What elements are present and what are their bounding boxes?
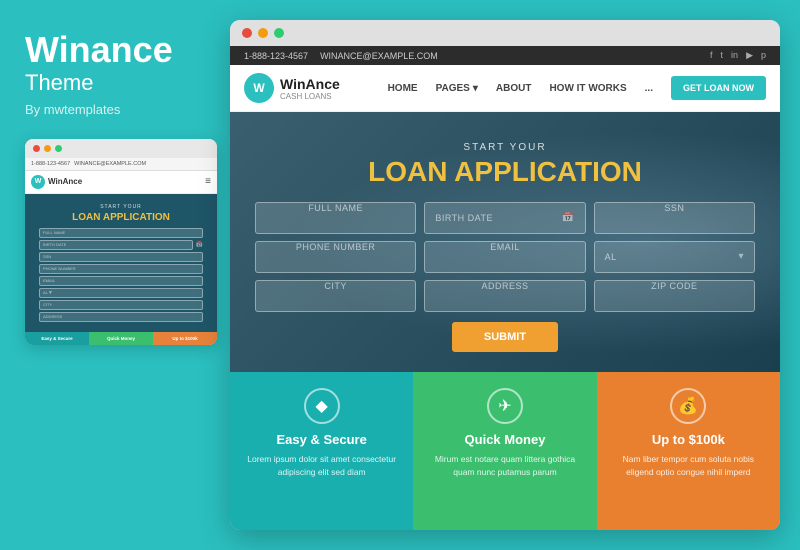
form-row-1: FULL NAME BIRTH DATE 📅 SSN <box>255 202 755 234</box>
mini-logo-text: WinAnce <box>48 177 82 186</box>
main-topbar: 1-888-123-4567 WINANCE@EXAMPLE.COM f t i… <box>230 46 780 65</box>
main-browser: 1-888-123-4567 WINANCE@EXAMPLE.COM f t i… <box>230 20 780 530</box>
input-full-name[interactable]: FULL NAME <box>255 202 416 234</box>
nav-pages[interactable]: PAGES ▾ <box>436 83 478 94</box>
hero-title: LOAN APPLICATION <box>250 157 760 188</box>
main-logo: W WinAnce CASH LOANS <box>244 73 340 103</box>
mini-input-address[interactable]: ADDRESS <box>39 312 203 322</box>
brand-by: By mwtemplates <box>25 102 205 117</box>
easy-secure-title: Easy & Secure <box>244 432 399 447</box>
pinterest-icon[interactable]: p <box>761 50 766 61</box>
mini-logo-icon: W <box>31 175 45 189</box>
twitter-icon[interactable]: t <box>721 50 724 61</box>
main-features: ◆ Easy & Secure Lorem ipsum dolor sit am… <box>230 372 780 530</box>
main-topbar-social: f t in ▶ p <box>710 50 766 61</box>
mini-input-ssn[interactable]: SSN <box>39 252 203 262</box>
mini-input-fullname[interactable]: FULL NAME <box>39 228 203 238</box>
get-loan-now-button[interactable]: GET LOAN NOW <box>671 76 766 100</box>
mini-feat-quick: Quick Money <box>89 332 153 345</box>
easy-secure-icon: ◆ <box>304 388 340 424</box>
feature-quick-money: ✈ Quick Money Mirum est notare quam litt… <box>413 372 596 530</box>
100k-icon: 💰 <box>670 388 706 424</box>
hero-sub: START YOUR <box>250 142 760 153</box>
brand-theme: Theme <box>25 70 205 96</box>
easy-secure-text: Lorem ipsum dolor sit amet consectetur a… <box>244 453 399 479</box>
nav-about[interactable]: ABOUT <box>496 83 532 94</box>
mini-input-phone[interactable]: PHONE NUMBER <box>39 264 203 274</box>
feature-100k: 💰 Up to $100k Nam liber tempor cum solut… <box>597 372 780 530</box>
form-row-3: CITY ADDRESS ZIP CODE <box>255 280 755 312</box>
input-address[interactable]: ADDRESS <box>424 280 585 312</box>
mini-input-city[interactable]: CITY <box>39 300 203 310</box>
mini-feat-easy: Easy & Secure <box>25 332 89 345</box>
input-state[interactable]: AL ▾ <box>594 241 755 273</box>
nav-more[interactable]: ... <box>645 83 653 94</box>
mini-input-birthdate[interactable]: BIRTH DATE <box>39 240 193 250</box>
main-nav-links: HOME PAGES ▾ ABOUT HOW IT WORKS ... GET … <box>388 76 766 100</box>
input-zip[interactable]: ZIP CODE <box>594 280 755 312</box>
facebook-icon[interactable]: f <box>710 50 713 61</box>
mini-browser: 1-888-123-4567 WINANCE@EXAMPLE.COM W Win… <box>25 139 217 345</box>
submit-button[interactable]: SUBMIT <box>452 322 558 352</box>
mini-logo: W WinAnce <box>31 175 82 189</box>
main-dot-red <box>242 28 252 38</box>
input-ssn[interactable]: SSN <box>594 202 755 234</box>
main-topbar-email: WINANCE@EXAMPLE.COM <box>320 51 438 61</box>
main-dot-green <box>274 28 284 38</box>
chevron-down-icon: ▾ <box>473 83 478 94</box>
main-nav: W WinAnce CASH LOANS HOME PAGES ▾ ABOUT … <box>230 65 780 112</box>
input-phone[interactable]: PHONE NUMBER <box>255 241 416 273</box>
main-browser-bar <box>230 20 780 46</box>
mini-features: Easy & Secure Quick Money Up to $100k <box>25 332 217 345</box>
input-birth-date[interactable]: BIRTH DATE 📅 <box>424 202 585 234</box>
mini-input-state[interactable]: AL▼ <box>39 288 203 298</box>
calendar-icon: 📅 <box>562 212 575 223</box>
loan-application-form: FULL NAME BIRTH DATE 📅 SSN PHONE NUMBER <box>255 202 755 352</box>
brand-name: Winance <box>25 30 205 70</box>
form-row-2: PHONE NUMBER EMAIL AL ▾ <box>255 241 755 273</box>
mini-nav: W WinAnce ≡ <box>25 171 217 194</box>
quick-money-text: Mirum est notare quam littera gothica qu… <box>427 453 582 479</box>
mini-hero-title: LOAN APPLICATION <box>33 212 209 224</box>
main-logo-icon: W <box>244 73 274 103</box>
mini-dot-green <box>55 145 62 152</box>
linkedin-icon[interactable]: in <box>731 50 738 61</box>
form-submit-row: SUBMIT <box>255 322 755 352</box>
main-logo-text: WinAnce <box>280 76 340 92</box>
main-topbar-phone: 1-888-123-4567 <box>244 51 308 61</box>
mini-hamburger-icon[interactable]: ≡ <box>205 176 211 187</box>
main-logo-sub: CASH LOANS <box>280 92 340 101</box>
hero-content: START YOUR LOAN APPLICATION FULL NAME BI… <box>250 142 760 352</box>
mini-browser-bar <box>25 139 217 158</box>
mini-phone: 1-888-123-4567 <box>31 161 70 167</box>
mini-dot-red <box>33 145 40 152</box>
input-city[interactable]: CITY <box>255 280 416 312</box>
dropdown-icon: ▾ <box>738 251 744 262</box>
main-dot-yellow <box>258 28 268 38</box>
100k-text: Nam liber tempor cum soluta nobis eligen… <box>611 453 766 479</box>
mini-input-email[interactable]: EMAIL <box>39 276 203 286</box>
input-email[interactable]: EMAIL <box>424 241 585 273</box>
quick-money-icon: ✈ <box>487 388 523 424</box>
mini-feat-100k: Up to $100k <box>153 332 217 345</box>
main-hero: START YOUR LOAN APPLICATION FULL NAME BI… <box>230 112 780 372</box>
mini-hero-sub: START YOUR <box>33 204 209 210</box>
feature-easy-secure: ◆ Easy & Secure Lorem ipsum dolor sit am… <box>230 372 413 530</box>
100k-title: Up to $100k <box>611 432 766 447</box>
mini-topbar: 1-888-123-4567 WINANCE@EXAMPLE.COM <box>25 158 217 171</box>
mini-email: WINANCE@EXAMPLE.COM <box>74 161 146 167</box>
youtube-icon[interactable]: ▶ <box>746 50 753 61</box>
mini-dot-yellow <box>44 145 51 152</box>
nav-how-it-works[interactable]: HOW IT WORKS <box>549 83 626 94</box>
left-panel: Winance Theme By mwtemplates 1-888-123-4… <box>0 0 230 550</box>
nav-home[interactable]: HOME <box>388 83 418 94</box>
quick-money-title: Quick Money <box>427 432 582 447</box>
mini-hero: START YOUR LOAN APPLICATION FULL NAME BI… <box>25 194 217 332</box>
